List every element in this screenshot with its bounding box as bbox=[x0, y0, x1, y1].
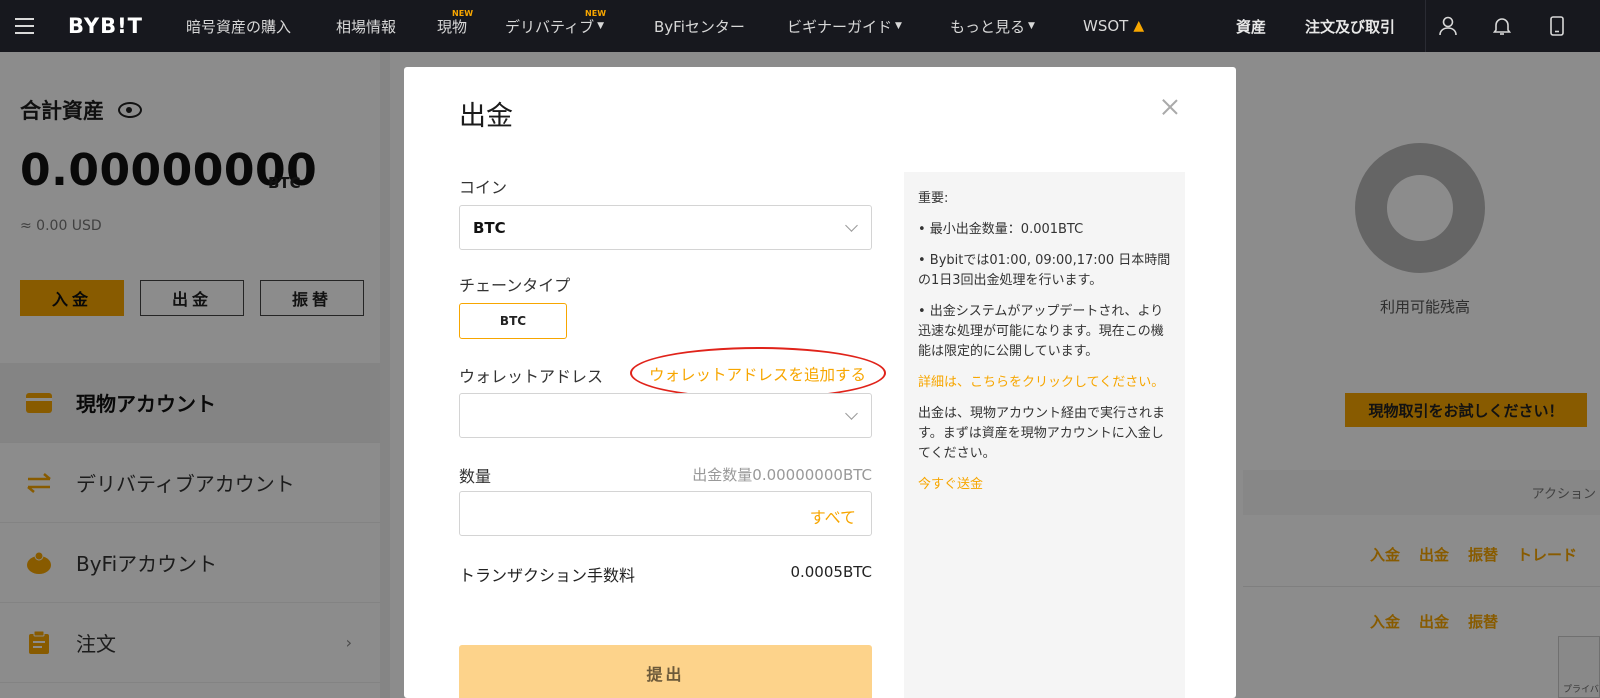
notice-title: 重要: bbox=[918, 191, 949, 206]
top-navigation: BYB!T 暗号資産の購入 相場情報 現物 NEW デリバティブ ▼ NEW ByFi… bbox=[0, 0, 1600, 52]
mobile-icon[interactable] bbox=[1537, 0, 1577, 52]
nav-divider bbox=[1425, 0, 1426, 52]
menu-icon[interactable] bbox=[0, 0, 48, 52]
transfer-now-link[interactable]: 今すぐ送金 bbox=[918, 475, 1171, 495]
caret-down-icon: ▼ bbox=[597, 21, 605, 31]
nav-wsot[interactable]: WSOT ▲ bbox=[1083, 0, 1144, 52]
notice-min-amount: • 最小出金数量：0.001BTC bbox=[918, 222, 1084, 237]
notice-processing-times: • Bybitでは01:00, 09:00,17:00 日本時間の1日3回出金処… bbox=[918, 253, 1171, 288]
flame-icon: ▲ bbox=[1133, 18, 1145, 34]
all-amount-button[interactable]: すべて bbox=[810, 504, 856, 528]
notice-system-update: • 出金システムがアップデートされ、より迅速な処理が可能になります。現在この機能… bbox=[918, 304, 1164, 359]
bybit-logo[interactable]: BYB!T bbox=[68, 14, 164, 38]
caret-down-icon: ▼ bbox=[895, 21, 902, 31]
max-withdraw-amount: 出金数量0.00000000BTC bbox=[692, 466, 872, 484]
caret-down-icon: ▼ bbox=[1028, 21, 1035, 31]
modal-title: 出金 bbox=[459, 101, 513, 132]
transaction-fee-label: トランザクション手数料 bbox=[459, 566, 636, 585]
chain-type-label: チェーンタイプ bbox=[459, 276, 571, 295]
quantity-input[interactable]: すべて bbox=[459, 491, 872, 536]
add-wallet-address-link[interactable]: ウォレットアドレスを追加する bbox=[649, 363, 866, 385]
nav-beginner-guide[interactable]: ビギナーガイド ▼ bbox=[787, 0, 902, 52]
notice-spot-account: 出金は、現物アカウント経由で実行されます。まずは資産を現物アカウントに入金してく… bbox=[918, 406, 1166, 461]
bell-icon[interactable] bbox=[1482, 0, 1522, 52]
important-notice: 重要: • 最小出金数量：0.001BTC • Bybitでは01:00, 09… bbox=[904, 172, 1185, 698]
chevron-down-icon bbox=[845, 219, 858, 232]
close-icon[interactable] bbox=[1160, 97, 1180, 117]
nav-more[interactable]: もっと見る ▼ bbox=[950, 0, 1035, 52]
chevron-down-icon bbox=[845, 407, 858, 420]
nav-assets[interactable]: 資産 bbox=[1236, 0, 1266, 52]
user-icon[interactable] bbox=[1428, 0, 1468, 52]
chain-type-btc-button[interactable]: BTC bbox=[459, 303, 567, 339]
nav-markets[interactable]: 相場情報 bbox=[336, 0, 396, 52]
nav-orders[interactable]: 注文及び取引 bbox=[1305, 0, 1395, 52]
quantity-label: 数量 bbox=[459, 467, 492, 486]
wallet-address-select[interactable] bbox=[459, 393, 872, 438]
wallet-address-label: ウォレットアドレス bbox=[459, 367, 604, 386]
submit-button[interactable]: 提出 bbox=[459, 645, 872, 698]
nav-derivatives[interactable]: デリバティブ ▼ NEW bbox=[505, 0, 607, 52]
nav-byfi-center[interactable]: ByFiセンター bbox=[654, 0, 745, 52]
nav-spot[interactable]: 現物 NEW bbox=[437, 0, 473, 52]
coin-select-value: BTC bbox=[473, 219, 506, 237]
transaction-fee-value: 0.0005BTC bbox=[790, 563, 872, 581]
nav-buy-crypto[interactable]: 暗号資産の購入 bbox=[186, 0, 291, 52]
details-link[interactable]: 詳細は、こちらをクリックしてください。 bbox=[918, 373, 1171, 393]
coin-label: コイン bbox=[459, 178, 508, 197]
withdraw-modal: 出金 コイン BTC チェーンタイプ BTC ウォレットアドレス ウォレットアド… bbox=[404, 67, 1236, 698]
new-badge: NEW bbox=[585, 9, 607, 18]
new-badge: NEW bbox=[452, 9, 474, 18]
coin-select[interactable]: BTC bbox=[459, 205, 872, 250]
